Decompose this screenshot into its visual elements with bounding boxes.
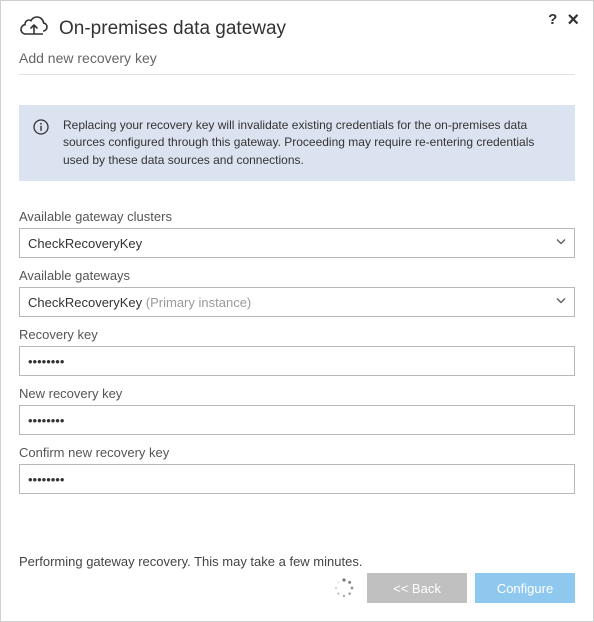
close-icon[interactable]: × bbox=[567, 13, 579, 27]
info-banner: Replacing your recovery key will invalid… bbox=[19, 105, 575, 181]
clusters-label: Available gateway clusters bbox=[19, 209, 575, 224]
gateway-window: ? × On-premises data gateway Add new rec… bbox=[0, 0, 594, 622]
clusters-select[interactable]: CheckRecoveryKey bbox=[19, 228, 575, 258]
action-row: << Back Configure bbox=[19, 573, 575, 603]
gateways-select-wrap: CheckRecoveryKey (Primary instance) bbox=[19, 287, 575, 317]
help-icon[interactable]: ? bbox=[548, 11, 557, 28]
confirm-recovery-key-label: Confirm new recovery key bbox=[19, 445, 575, 460]
cloud-icon bbox=[19, 15, 49, 42]
status-text: Performing gateway recovery. This may ta… bbox=[19, 554, 575, 569]
titlebar-icons: ? × bbox=[548, 11, 579, 28]
new-recovery-key-label: New recovery key bbox=[19, 386, 575, 401]
clusters-select-wrap: CheckRecoveryKey bbox=[19, 228, 575, 258]
new-recovery-key-input[interactable] bbox=[19, 405, 575, 435]
gateways-suffix: (Primary instance) bbox=[146, 295, 251, 310]
page-title: On-premises data gateway bbox=[59, 18, 286, 40]
info-banner-text: Replacing your recovery key will invalid… bbox=[63, 117, 561, 169]
page-subtitle: Add new recovery key bbox=[19, 50, 575, 66]
recovery-key-input[interactable] bbox=[19, 346, 575, 376]
recovery-key-label: Recovery key bbox=[19, 327, 575, 342]
gateways-value: CheckRecoveryKey bbox=[28, 295, 142, 310]
gateways-select[interactable]: CheckRecoveryKey (Primary instance) bbox=[19, 287, 575, 317]
back-button[interactable]: << Back bbox=[367, 573, 467, 603]
header: On-premises data gateway bbox=[19, 15, 575, 42]
clusters-value: CheckRecoveryKey bbox=[28, 236, 142, 251]
spinner-icon bbox=[333, 577, 355, 599]
confirm-recovery-key-input[interactable] bbox=[19, 464, 575, 494]
footer: Performing gateway recovery. This may ta… bbox=[19, 554, 575, 603]
configure-button[interactable]: Configure bbox=[475, 573, 575, 603]
divider bbox=[19, 74, 575, 75]
info-icon bbox=[33, 119, 49, 138]
gateways-label: Available gateways bbox=[19, 268, 575, 283]
